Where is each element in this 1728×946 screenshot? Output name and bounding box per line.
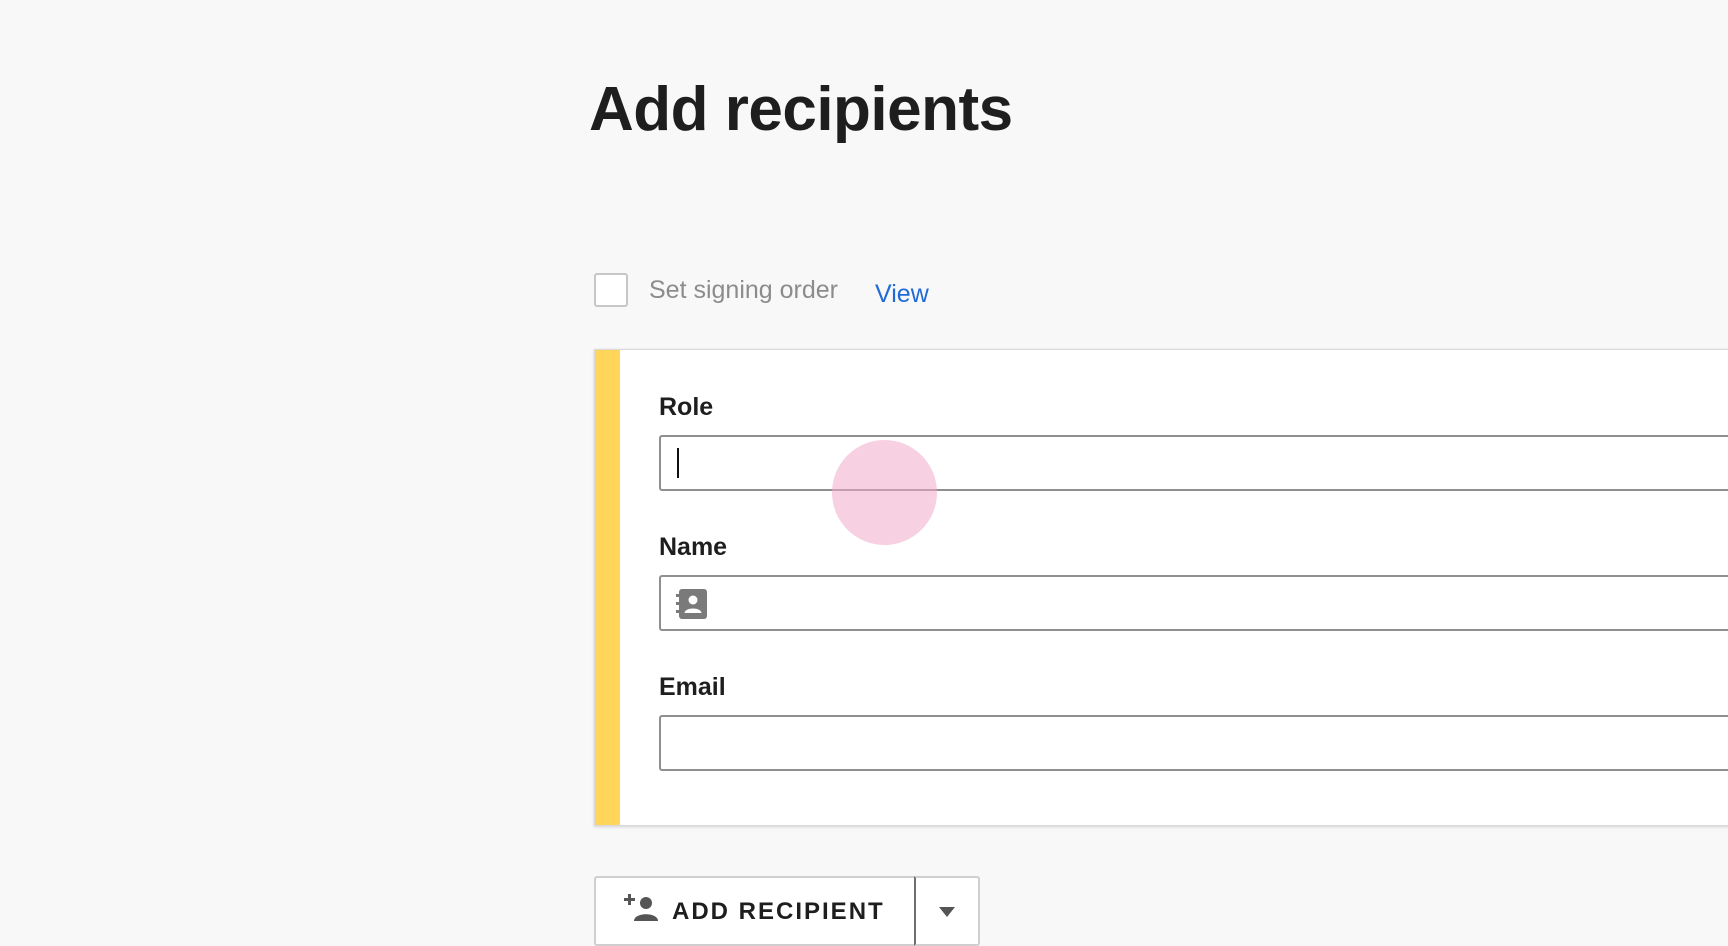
add-recipient-group: ADD RECIPIENT [594, 876, 980, 946]
recipient-color-bar [595, 350, 620, 825]
role-input[interactable] [659, 435, 1728, 491]
email-input[interactable] [659, 715, 1728, 771]
signing-order-label: Set signing order [649, 275, 839, 304]
contact-card-icon[interactable] [675, 587, 709, 621]
text-cursor [677, 448, 679, 478]
signing-order-row: Set signing order View [594, 272, 929, 308]
add-person-icon [624, 894, 658, 921]
signing-order-checkbox[interactable] [594, 273, 628, 307]
add-recipient-dropdown[interactable] [914, 876, 980, 946]
recipient-card: Role Name Email [594, 349, 1728, 826]
page-title: Add recipients [589, 75, 1013, 144]
email-label: Email [659, 673, 726, 701]
view-signing-order-link[interactable]: View [875, 280, 929, 309]
name-label: Name [659, 533, 728, 561]
role-label: Role [659, 393, 714, 421]
caret-down-icon [939, 907, 955, 917]
add-recipient-label: ADD RECIPIENT [672, 898, 885, 925]
add-recipient-button[interactable]: ADD RECIPIENT [594, 876, 914, 946]
name-input[interactable] [659, 575, 1728, 631]
